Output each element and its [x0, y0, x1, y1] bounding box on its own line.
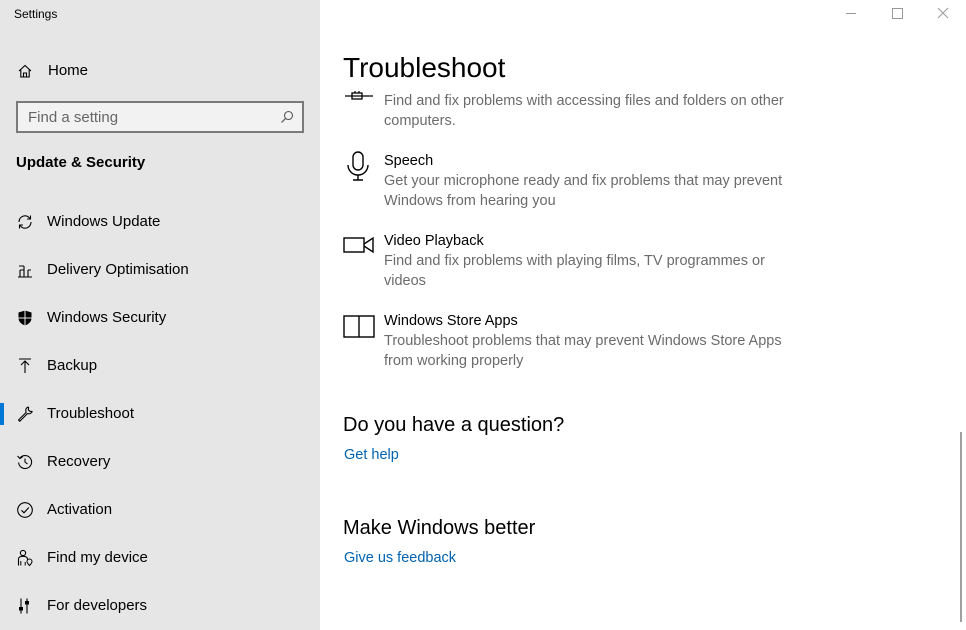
troubleshooter-windows-store-apps[interactable]: Windows Store Apps Troubleshoot problems…: [343, 311, 803, 371]
minimize-icon: [846, 13, 856, 14]
home-icon: [18, 64, 32, 78]
sidebar-item-activation[interactable]: Activation: [0, 489, 320, 529]
sync-icon: [18, 215, 32, 229]
sidebar-item-troubleshoot[interactable]: Troubleshoot: [0, 393, 320, 433]
give-feedback-link[interactable]: Give us feedback: [344, 550, 456, 566]
sidebar-item-windows-update[interactable]: Windows Update: [0, 201, 320, 241]
question-heading: Do you have a question?: [343, 414, 565, 436]
shield-icon: [18, 310, 32, 326]
sidebar-item-label: Recovery: [47, 453, 111, 470]
recovery-icon: [17, 455, 33, 470]
maximize-icon: [892, 8, 903, 19]
troubleshooter-name: Windows Store Apps: [384, 313, 518, 329]
sidebar-item-for-developers[interactable]: For developers: [0, 585, 320, 625]
sidebar-item-label: Windows Update: [47, 213, 161, 230]
sidebar-item-label: Find my device: [47, 549, 148, 566]
search-icon[interactable]: [280, 110, 294, 124]
get-help-link[interactable]: Get help: [344, 447, 399, 463]
scrollbar[interactable]: [960, 432, 962, 622]
troubleshooter-video-playback[interactable]: Video Playback Find and fix problems wit…: [343, 231, 803, 291]
store-app-icon: [343, 315, 375, 338]
troubleshooter-description: Troubleshoot problems that may prevent W…: [384, 333, 782, 369]
sidebar-item-delivery-optimisation[interactable]: Delivery Optimisation: [0, 249, 320, 289]
minimize-button[interactable]: [828, 0, 874, 28]
network-share-icon: [345, 91, 373, 100]
video-camera-icon: [343, 236, 374, 254]
sidebar-item-label: Delivery Optimisation: [47, 261, 189, 278]
wrench-icon: [17, 406, 33, 422]
troubleshooter-name: Speech: [384, 153, 434, 169]
page-title: Troubleshoot: [343, 52, 506, 83]
delivery-optimisation-icon: [18, 265, 32, 278]
microphone-icon: [347, 151, 369, 181]
sidebar-item-label: Windows Security: [47, 309, 167, 326]
home-label: Home: [48, 62, 89, 79]
sidebar: Settings Home Update & Security Windows …: [0, 0, 320, 630]
troubleshooter-description: Find and fix problems with accessing fil…: [384, 93, 784, 129]
troubleshooter-speech[interactable]: Speech Get your microphone ready and fix…: [343, 151, 803, 211]
check-circle-icon: [17, 502, 33, 518]
developer-sliders-icon: [19, 598, 29, 614]
person-location-icon: [17, 549, 33, 567]
sidebar-item-windows-security[interactable]: Windows Security: [0, 297, 320, 337]
search-box[interactable]: [16, 101, 304, 133]
backup-arrow-icon: [19, 358, 31, 373]
app-title: Settings: [14, 7, 58, 21]
sidebar-item-recovery[interactable]: Recovery: [0, 441, 320, 481]
selection-indicator: [0, 403, 4, 425]
troubleshooter-name: Video Playback: [384, 233, 484, 249]
troubleshooter-shared-folders[interactable]: Find and fix problems with accessing fil…: [343, 88, 803, 132]
maximize-button[interactable]: [874, 0, 920, 28]
sidebar-item-label: Troubleshoot: [47, 405, 134, 422]
sidebar-item-label: Activation: [47, 501, 113, 518]
sidebar-item-backup[interactable]: Backup: [0, 345, 320, 385]
sidebar-item-find-my-device[interactable]: Find my device: [0, 537, 320, 577]
home-nav-item[interactable]: Home: [0, 56, 320, 84]
troubleshooter-description: Find and fix problems with playing films…: [384, 253, 765, 289]
troubleshooter-description: Get your microphone ready and fix proble…: [384, 173, 783, 209]
search-input[interactable]: [18, 103, 278, 131]
sidebar-item-label: Backup: [47, 357, 98, 374]
close-button[interactable]: [920, 0, 966, 28]
close-icon: [937, 7, 949, 19]
feedback-heading: Make Windows better: [343, 517, 536, 539]
section-title: Update & Security: [16, 154, 146, 171]
sidebar-item-label: For developers: [47, 597, 148, 614]
